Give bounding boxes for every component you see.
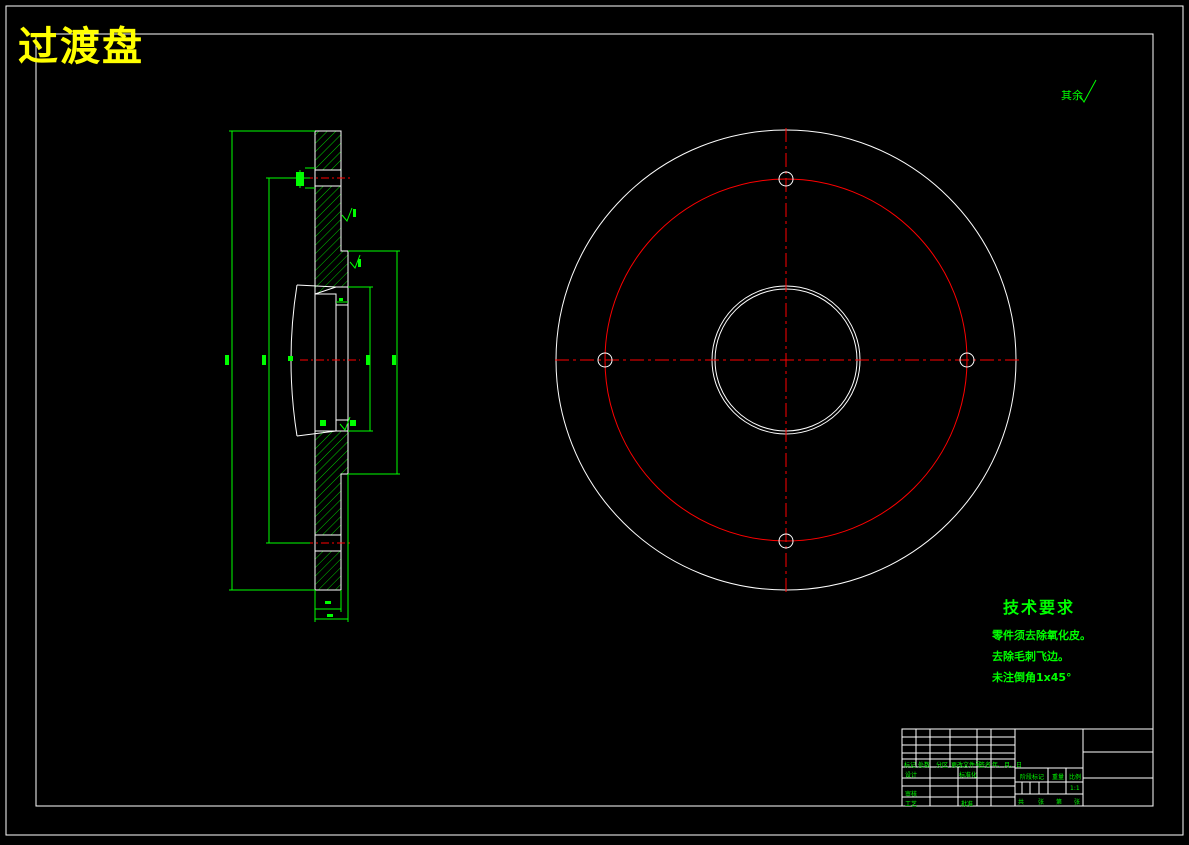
section-bore [314,293,337,432]
tb-label-process: 工艺 [905,801,918,808]
tb-label-approve: 批准 [961,801,974,808]
tb-label-stage-mark: 阶段标记 [1020,774,1045,781]
front-view [555,128,1020,592]
inner-frame [35,33,1154,807]
roughness-note: 其余 [1061,89,1083,102]
section-upper-flange [314,130,349,295]
dimension-lines [229,79,1097,622]
tb-label-scale: 比例 [1069,774,1082,781]
tech-requirements-heading: 技术要求 [1003,598,1076,617]
section-view [290,130,360,591]
tb-label-date: 年、月、日 [992,762,1023,769]
outer-frame [5,5,1184,836]
tb-sheets-unit-2: 张 [1074,799,1081,806]
drawing-canvas [0,0,1189,841]
cad-drawing-svg [5,5,1184,836]
tech-requirement-3: 未注倒角1x45° [992,671,1072,684]
tb-label-design: 设计 [905,772,918,779]
tb-sheets-unit-1: 张 [1038,799,1045,806]
tb-scale-value: 1:1 [1070,785,1080,792]
drawing-title: 过渡盘 [18,24,144,70]
tb-label-sign: 签名 [979,762,992,769]
tb-label-weight: 重量 [1052,774,1065,781]
tb-sheets-total: 共 [1018,799,1025,806]
tech-requirement-2: 去除毛刺飞边。 [992,650,1069,663]
tb-label-mark: 标记 [904,762,917,769]
tb-label-zone: 分区 [936,762,949,769]
tb-label-count: 处数 [918,762,931,769]
tb-label-review: 审核 [905,791,918,798]
tb-label-standardization: 标准化 [959,772,978,779]
tech-requirement-1: 零件须去除氧化皮。 [992,629,1091,642]
tb-sheets-number: 第 [1056,799,1063,806]
section-lower-flange [314,430,349,591]
tb-label-change-doc: 更改文件号 [951,762,982,769]
